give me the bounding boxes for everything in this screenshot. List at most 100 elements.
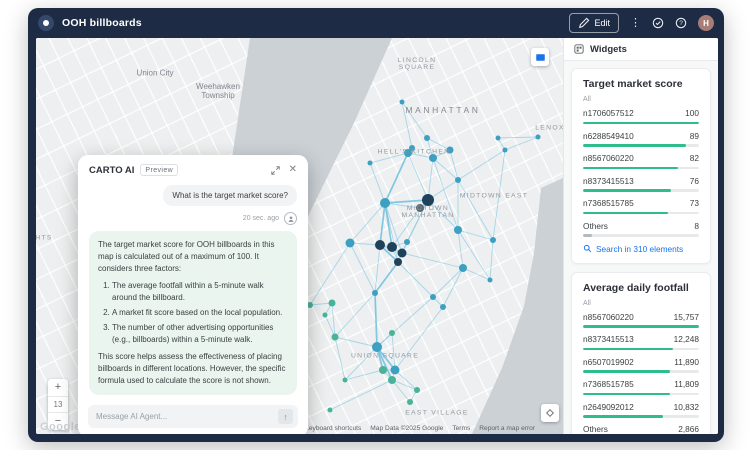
chat-input-placeholder: Message AI Agent... bbox=[96, 412, 278, 421]
zoom-in-button[interactable]: + bbox=[48, 379, 68, 396]
widget-row-label: Others bbox=[583, 221, 608, 231]
widget-row-value: 100 bbox=[685, 108, 699, 118]
widget-filter-label: All bbox=[583, 300, 699, 307]
map-node[interactable] bbox=[391, 366, 400, 375]
attribution-link[interactable]: Keyboard shortcuts bbox=[304, 425, 361, 432]
ai-answer-item: The average footfall within a 5-minute w… bbox=[112, 280, 288, 304]
map-node[interactable] bbox=[424, 135, 430, 141]
widgets-sidebar: Widgets Target market score All n1706057… bbox=[563, 38, 718, 434]
attribution-link[interactable]: Report a map error bbox=[479, 425, 535, 432]
widget-row[interactable]: n6288549410 89 bbox=[583, 131, 699, 147]
map-node[interactable] bbox=[372, 290, 378, 296]
map-node[interactable] bbox=[323, 313, 328, 318]
more-options-icon[interactable]: ⋮ bbox=[630, 18, 641, 29]
map-node[interactable] bbox=[503, 148, 508, 153]
map-node[interactable] bbox=[407, 399, 413, 405]
widget-row-bar bbox=[583, 122, 699, 125]
map-node[interactable] bbox=[332, 334, 339, 341]
widgets-header[interactable]: Widgets bbox=[564, 38, 718, 61]
check-circle-icon[interactable] bbox=[652, 17, 664, 29]
carto-ai-panel: CARTO AI Preview ✕ What is the target ma… bbox=[78, 155, 308, 434]
map-node[interactable] bbox=[380, 198, 390, 208]
map-node[interactable] bbox=[404, 239, 410, 245]
close-icon[interactable]: ✕ bbox=[289, 165, 297, 175]
map-node[interactable] bbox=[388, 376, 396, 384]
send-button[interactable]: ↑ bbox=[278, 409, 293, 424]
widget-row-bar bbox=[583, 189, 699, 192]
widget-row-value: 2,866 bbox=[678, 424, 699, 434]
map-node[interactable] bbox=[416, 204, 424, 212]
attribution-link[interactable]: Map Data ©2025 Google bbox=[370, 425, 443, 432]
svg-text:?: ? bbox=[679, 20, 683, 27]
map-node[interactable] bbox=[454, 226, 462, 234]
user-avatar[interactable]: H bbox=[698, 15, 714, 31]
widget-row-label: n8373415513 bbox=[583, 334, 634, 344]
widget-row[interactable]: n8567060220 82 bbox=[583, 153, 699, 169]
widget-card: Average daily footfall All n8567060220 1… bbox=[571, 272, 711, 435]
widget-row-bar bbox=[583, 415, 699, 418]
map-node[interactable] bbox=[346, 239, 355, 248]
widget-row[interactable]: Others 2,866 bbox=[583, 424, 699, 434]
widget-row-value: 89 bbox=[690, 131, 699, 141]
widget-row-label: n8567060220 bbox=[583, 312, 634, 322]
widget-row[interactable]: n8373415513 12,248 bbox=[583, 334, 699, 350]
map-node[interactable] bbox=[389, 330, 395, 336]
widgets-icon bbox=[574, 44, 584, 54]
widget-row[interactable]: n7368515785 11,809 bbox=[583, 379, 699, 395]
map-attribution: Keyboard shortcuts Map Data ©2025 Google T… bbox=[304, 425, 535, 432]
map-node[interactable] bbox=[329, 300, 336, 307]
map-node[interactable] bbox=[429, 154, 437, 162]
locate-button[interactable] bbox=[541, 404, 559, 422]
map-node[interactable] bbox=[488, 278, 493, 283]
map-node[interactable] bbox=[368, 161, 373, 166]
attribution-link[interactable]: Terms bbox=[452, 425, 470, 432]
map-type-button[interactable] bbox=[531, 48, 549, 66]
widget-row-label: Others bbox=[583, 424, 608, 434]
chat-input[interactable]: Message AI Agent... ↑ bbox=[88, 405, 298, 428]
map-node[interactable] bbox=[394, 258, 402, 266]
widget-row[interactable]: n8567060220 15,757 bbox=[583, 312, 699, 328]
map-node[interactable] bbox=[536, 135, 541, 140]
map-node[interactable] bbox=[398, 249, 407, 258]
map-node[interactable] bbox=[414, 387, 420, 393]
map-node[interactable] bbox=[455, 177, 461, 183]
map-node[interactable] bbox=[496, 136, 501, 141]
widget-search-link[interactable]: Search in 310 elements bbox=[583, 244, 699, 254]
user-message-bubble: What is the target market score? bbox=[163, 185, 297, 206]
map-type-icon bbox=[536, 54, 545, 61]
search-icon bbox=[583, 244, 592, 253]
widget-row[interactable]: n2649092012 10,832 bbox=[583, 402, 699, 418]
ai-answer-item: The number of other advertising opportun… bbox=[112, 322, 288, 346]
help-icon[interactable]: ? bbox=[675, 17, 687, 29]
zoom-level: 13 bbox=[48, 396, 68, 413]
pencil-icon bbox=[578, 17, 590, 29]
widget-row[interactable]: n6507019902 11,890 bbox=[583, 357, 699, 373]
locate-icon bbox=[545, 408, 555, 418]
widget-row[interactable]: n1706057512 100 bbox=[583, 108, 699, 124]
map-node[interactable] bbox=[387, 242, 397, 252]
map-node[interactable] bbox=[372, 342, 382, 352]
widget-row-bar bbox=[583, 144, 699, 147]
map-node[interactable] bbox=[430, 294, 436, 300]
edit-button[interactable]: Edit bbox=[569, 13, 619, 33]
map-node[interactable] bbox=[375, 240, 385, 250]
widget-row-label: n8373415513 bbox=[583, 176, 634, 186]
map-node[interactable] bbox=[343, 378, 348, 383]
map-node[interactable] bbox=[400, 100, 405, 105]
map-node[interactable] bbox=[422, 194, 434, 206]
map-node[interactable] bbox=[490, 237, 496, 243]
widget-row[interactable]: Others 8 bbox=[583, 221, 699, 237]
river-shape bbox=[472, 178, 563, 434]
widget-filter-label: All bbox=[583, 96, 699, 103]
map-node[interactable] bbox=[379, 366, 387, 374]
widget-row[interactable]: n8373415513 76 bbox=[583, 176, 699, 192]
map-node[interactable] bbox=[328, 408, 333, 413]
app-logo-icon[interactable] bbox=[38, 15, 54, 31]
map-node[interactable] bbox=[404, 149, 412, 157]
widget-row[interactable]: n7368515785 73 bbox=[583, 198, 699, 214]
map-canvas[interactable]: Union CityWeehawken TownshipHTSLINCOLN S… bbox=[36, 38, 563, 434]
expand-icon[interactable] bbox=[271, 166, 280, 175]
map-node[interactable] bbox=[459, 264, 467, 272]
map-node[interactable] bbox=[440, 304, 446, 310]
map-node[interactable] bbox=[447, 147, 454, 154]
